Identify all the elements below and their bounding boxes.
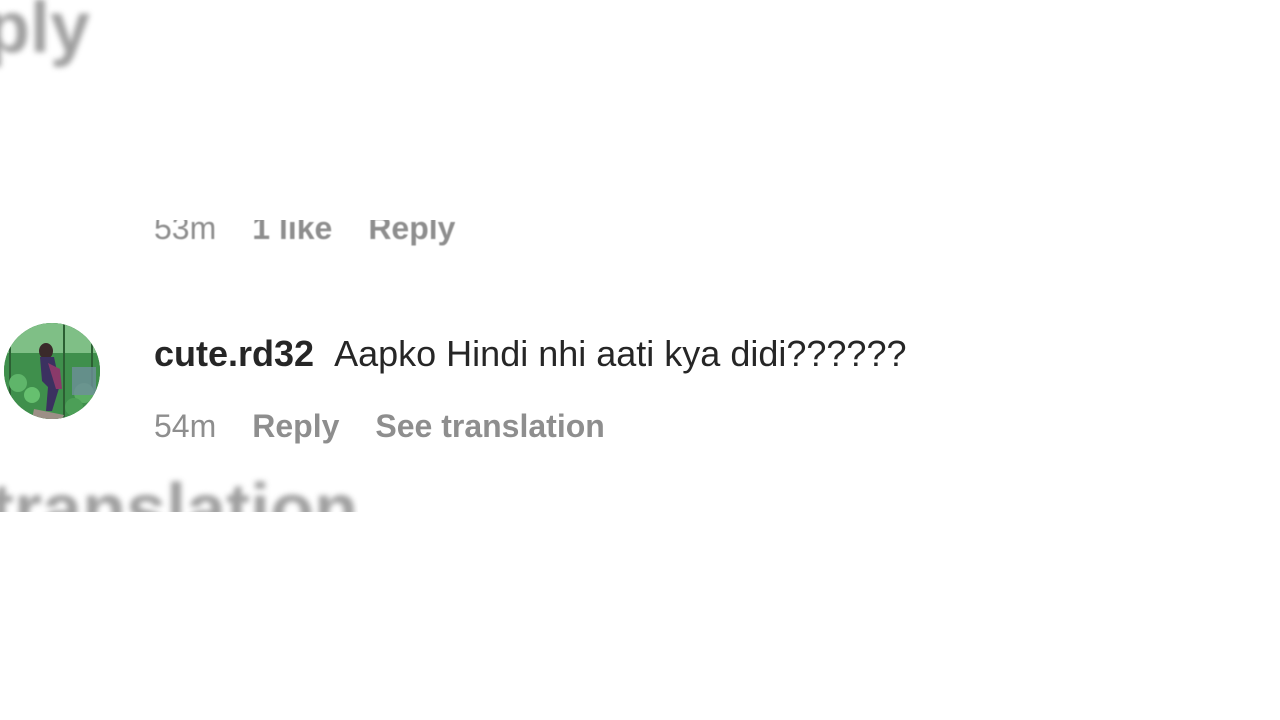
comment-body: cute.rd32 Aapko Hindi nhi aati kya didi?… [154, 332, 907, 376]
background-fragment-bottom: e translation [0, 470, 359, 550]
previous-comment-likes-button[interactable]: 1 like [252, 220, 332, 247]
previous-comment-time: 53m [154, 210, 217, 246]
see-translation-button[interactable]: See translation [375, 408, 604, 445]
comment-time: 54m [154, 408, 217, 444]
reply-button[interactable]: Reply [252, 408, 339, 445]
comments-view: ply 53m 1 like Reply cute.rd32 Aapko Hin… [0, 0, 1280, 720]
commenter-avatar[interactable] [4, 323, 100, 419]
previous-comment-meta: 53m 1 like Reply [154, 210, 455, 247]
background-fragment-top: ply [0, 0, 91, 68]
previous-comment-reply-button[interactable]: Reply [368, 220, 455, 247]
comment-meta: 54m Reply See translation [154, 408, 605, 445]
commenter-username[interactable]: cute.rd32 [154, 333, 314, 374]
user-avatar-photo-icon [4, 323, 100, 419]
comment-text: Aapko Hindi nhi aati kya didi?????? [334, 333, 907, 374]
